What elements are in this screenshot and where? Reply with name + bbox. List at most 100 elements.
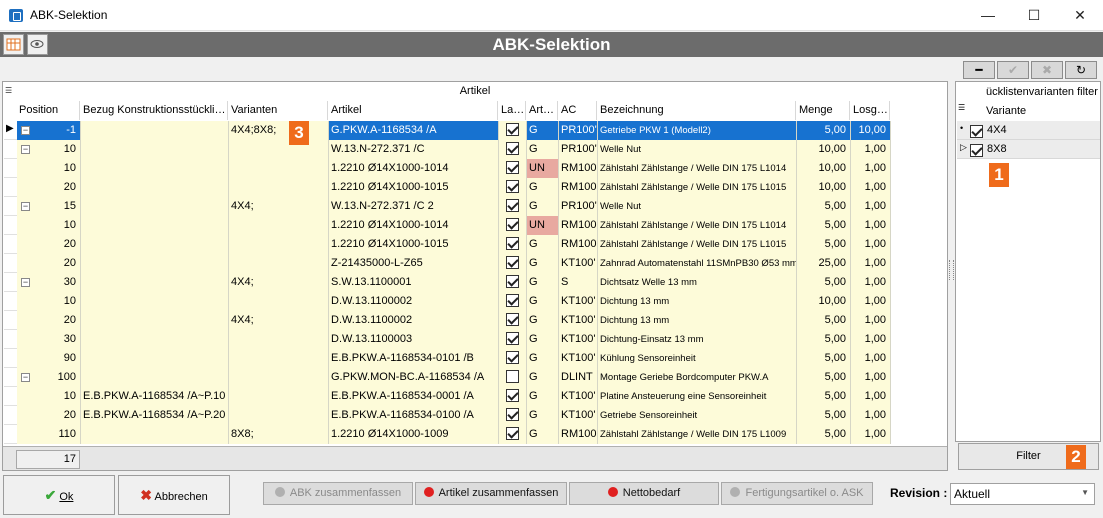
netto-button[interactable]: Nettobedarf [569, 482, 719, 505]
fertigung-button[interactable]: Fertigungsartikel o. ASK [721, 482, 873, 505]
cell-ac[interactable]: DLINT [559, 368, 598, 387]
column-header-menge[interactable]: Menge [796, 101, 850, 120]
cell-bez[interactable]: Zählstahl Zählstange / Welle DIN 175 L10… [598, 235, 797, 254]
variant-checkbox[interactable] [970, 144, 983, 157]
cell-la[interactable] [499, 216, 527, 235]
lager-checkbox[interactable] [506, 388, 519, 402]
cell-pos[interactable]: 20 [17, 311, 81, 330]
check-all-button[interactable]: ✔ [997, 61, 1029, 79]
cell-menge[interactable]: 25,00 [797, 254, 851, 273]
cell-losg[interactable]: 1,00 [851, 273, 891, 292]
collapse-toggle-icon[interactable]: − [21, 126, 30, 135]
table-row[interactable]: 10 1.2210 Ø14X1000-1014 UN RM100 Zählstahl Z… [4, 216, 891, 235]
cell-artikel[interactable]: E.B.PKW.A-1168534-0100 /A [329, 406, 499, 425]
cell-bezug[interactable] [81, 140, 229, 159]
lager-checkbox[interactable] [506, 350, 519, 364]
cell-bezug[interactable]: E.B.PKW.A-1168534 /A~P.20 [81, 406, 229, 425]
lager-checkbox[interactable] [506, 312, 519, 326]
table-row[interactable]: − 30 4X4; S.W.13.1100001 G S Dichtsatz Welle 1… [4, 273, 891, 292]
cell-var[interactable] [229, 349, 329, 368]
abk-merge-button[interactable]: ABK zusammenfassen [263, 482, 413, 505]
collapse-toggle-icon[interactable]: − [21, 373, 30, 382]
cell-ac[interactable]: RM100 [559, 159, 598, 178]
cell-pos[interactable]: 10 [17, 292, 81, 311]
cell-bezug[interactable] [81, 235, 229, 254]
cell-losg[interactable]: 1,00 [851, 330, 891, 349]
cell-menge[interactable]: 5,00 [797, 349, 851, 368]
cell-la[interactable] [499, 254, 527, 273]
row-menu-icon[interactable]: ☰ [5, 86, 12, 95]
cell-bezug[interactable]: E.B.PKW.A-1168534 /A~P.10 [81, 387, 229, 406]
cell-bezug[interactable] [81, 311, 229, 330]
cell-la[interactable] [499, 349, 527, 368]
column-header-art[interactable]: Art… [526, 101, 558, 120]
table-row[interactable]: 10 E.B.PKW.A-1168534 /A~P.10 E.B.PKW.A-116… [4, 387, 891, 406]
cell-artikel[interactable]: D.W.13.1100002 [329, 292, 499, 311]
cell-bez[interactable]: Getriebe Sensoreinheit [598, 406, 797, 425]
cell-losg[interactable]: 1,00 [851, 387, 891, 406]
cell-art[interactable]: G [527, 197, 559, 216]
cell-var[interactable] [229, 292, 329, 311]
cell-losg[interactable]: 10,00 [851, 121, 891, 140]
table-row[interactable]: 110 8X8; 1.2210 Ø14X1000-1009 G RM100 Zählsta… [4, 425, 891, 444]
refresh-button[interactable]: ↻ [1065, 61, 1097, 79]
cell-art[interactable]: G [527, 273, 559, 292]
lager-checkbox[interactable] [506, 293, 519, 307]
collapse-toggle-icon[interactable]: − [21, 202, 30, 211]
cell-bezug[interactable] [81, 216, 229, 235]
cell-bez[interactable]: Zählstahl Zählstange / Welle DIN 175 L10… [598, 159, 797, 178]
cell-pos[interactable]: 10 [17, 216, 81, 235]
cell-bezug[interactable] [81, 425, 229, 444]
lager-checkbox[interactable] [506, 407, 519, 421]
cell-bezug[interactable] [81, 178, 229, 197]
cell-var[interactable] [229, 330, 329, 349]
cell-art[interactable]: G [527, 349, 559, 368]
cell-menge[interactable]: 5,00 [797, 330, 851, 349]
lager-checkbox[interactable] [506, 331, 519, 345]
cell-art[interactable]: G [527, 292, 559, 311]
cell-losg[interactable]: 1,00 [851, 311, 891, 330]
cell-la[interactable] [499, 159, 527, 178]
variant-checkbox[interactable] [970, 125, 983, 138]
cell-pos[interactable]: 20 [17, 406, 81, 425]
cell-losg[interactable]: 1,00 [851, 197, 891, 216]
table-row[interactable]: 10 D.W.13.1100002 G KT100' Dichtung 13 mm 10,… [4, 292, 891, 311]
cell-art[interactable]: G [527, 406, 559, 425]
cell-la[interactable] [499, 368, 527, 387]
cell-menge[interactable]: 10,00 [797, 140, 851, 159]
artikel-merge-button[interactable]: Artikel zusammenfassen [415, 482, 567, 505]
table-row[interactable]: 20 E.B.PKW.A-1168534 /A~P.20 E.B.PKW.A-116… [4, 406, 891, 425]
variant-row[interactable]: • 4X4 [957, 121, 1100, 140]
cell-menge[interactable]: 5,00 [797, 425, 851, 444]
cell-pos[interactable]: − 30 [17, 273, 81, 292]
cell-la[interactable] [499, 292, 527, 311]
variant-menu-icon[interactable]: ☰ [958, 103, 965, 112]
cell-menge[interactable]: 5,00 [797, 216, 851, 235]
cell-artikel[interactable]: W.13.N-272.371 /C 2 [329, 197, 499, 216]
cell-losg[interactable]: 1,00 [851, 140, 891, 159]
layout-grid-button[interactable] [3, 34, 24, 55]
column-header-la[interactable]: La… [498, 101, 526, 120]
cell-ac[interactable]: RM100 [559, 235, 598, 254]
cell-losg[interactable]: 1,00 [851, 159, 891, 178]
cell-ac[interactable]: KT100' [559, 311, 598, 330]
cell-artikel[interactable]: Z-21435000-L-Z65 [329, 254, 499, 273]
cell-pos[interactable]: 90 [17, 349, 81, 368]
lager-checkbox[interactable] [506, 198, 519, 212]
uncheck-all-button[interactable]: ✖ [1031, 61, 1063, 79]
table-row[interactable]: 90 E.B.PKW.A-1168534-0101 /B G KT100' Kühlun… [4, 349, 891, 368]
cell-ac[interactable]: PR100' [559, 197, 598, 216]
cell-ac[interactable]: S [559, 273, 598, 292]
cell-var[interactable] [229, 159, 329, 178]
cell-var[interactable] [229, 140, 329, 159]
cell-pos[interactable]: − 100 [17, 368, 81, 387]
lager-checkbox[interactable] [506, 426, 519, 440]
cell-pos[interactable]: 20 [17, 254, 81, 273]
cell-art[interactable]: G [527, 387, 559, 406]
cell-ac[interactable]: KT100' [559, 330, 598, 349]
lager-checkbox[interactable] [506, 179, 519, 193]
cell-la[interactable] [499, 178, 527, 197]
collapse-toggle-icon[interactable]: − [21, 145, 30, 154]
cell-bez[interactable]: Zählstahl Zählstange / Welle DIN 175 L10… [598, 216, 797, 235]
cell-losg[interactable]: 1,00 [851, 216, 891, 235]
